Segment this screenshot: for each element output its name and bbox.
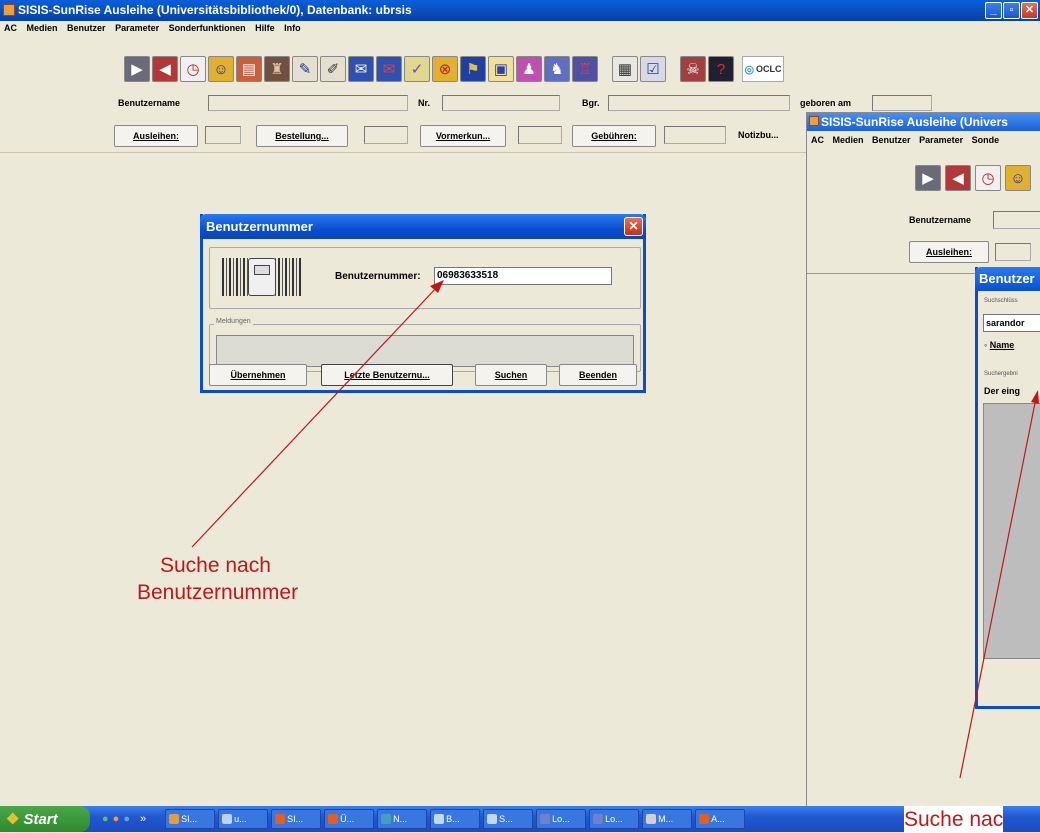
left-arrow-head — [430, 280, 444, 293]
task-app-icon — [540, 814, 551, 824]
task-app-icon — [328, 814, 339, 824]
taskbar-item[interactable]: S... — [483, 809, 534, 829]
right-arrow-head — [1031, 390, 1039, 404]
annotation-right: Suche nac — [904, 806, 1004, 833]
task-app-icon — [487, 814, 498, 824]
taskbar-item[interactable]: A... — [695, 809, 746, 829]
task-app-icon — [593, 814, 604, 824]
right-arrow-line — [959, 397, 1037, 779]
annotation-left-line2: Benutzernummer — [137, 581, 299, 604]
taskbar-item[interactable]: u... — [218, 809, 269, 829]
quicklaunch-1-icon[interactable]: ● — [102, 813, 109, 825]
taskbar-item[interactable]: B... — [430, 809, 481, 829]
task-app-icon — [646, 814, 657, 824]
quicklaunch-3-icon[interactable]: ● — [123, 813, 130, 825]
task-app-icon — [222, 814, 233, 824]
task-app-icon — [381, 814, 392, 824]
windows-logo-icon: ❖ — [6, 811, 20, 828]
taskbar-item[interactable]: Lo... — [589, 809, 640, 829]
left-arrow-line — [191, 285, 439, 548]
task-app-icon — [169, 814, 180, 824]
taskbar-item[interactable]: SI... — [165, 809, 216, 829]
task-app-icon — [275, 814, 286, 824]
taskbar: ❖ Start ● ● ● » SI... u... SI... Ü... N.… — [0, 806, 1040, 832]
taskbar-item[interactable]: Ü... — [324, 809, 375, 829]
start-label: Start — [23, 810, 58, 828]
quick-launch: ● ● ● » — [102, 813, 146, 825]
annotation-left: Suche nach Benutzernummer — [137, 552, 298, 606]
start-button[interactable]: ❖ Start — [0, 806, 90, 832]
quicklaunch-2-icon[interactable]: ● — [113, 813, 120, 825]
taskbar-item[interactable]: SI... — [271, 809, 322, 829]
taskbar-item[interactable]: Lo... — [536, 809, 587, 829]
taskbar-item[interactable]: N... — [377, 809, 428, 829]
taskbar-item[interactable]: M... — [642, 809, 693, 829]
task-app-icon — [434, 814, 445, 824]
task-app-icon — [699, 814, 710, 824]
annotation-arrows — [191, 280, 1039, 779]
chevron-right-icon[interactable]: » — [140, 813, 146, 825]
annotation-left-line1: Suche nach — [160, 554, 271, 577]
